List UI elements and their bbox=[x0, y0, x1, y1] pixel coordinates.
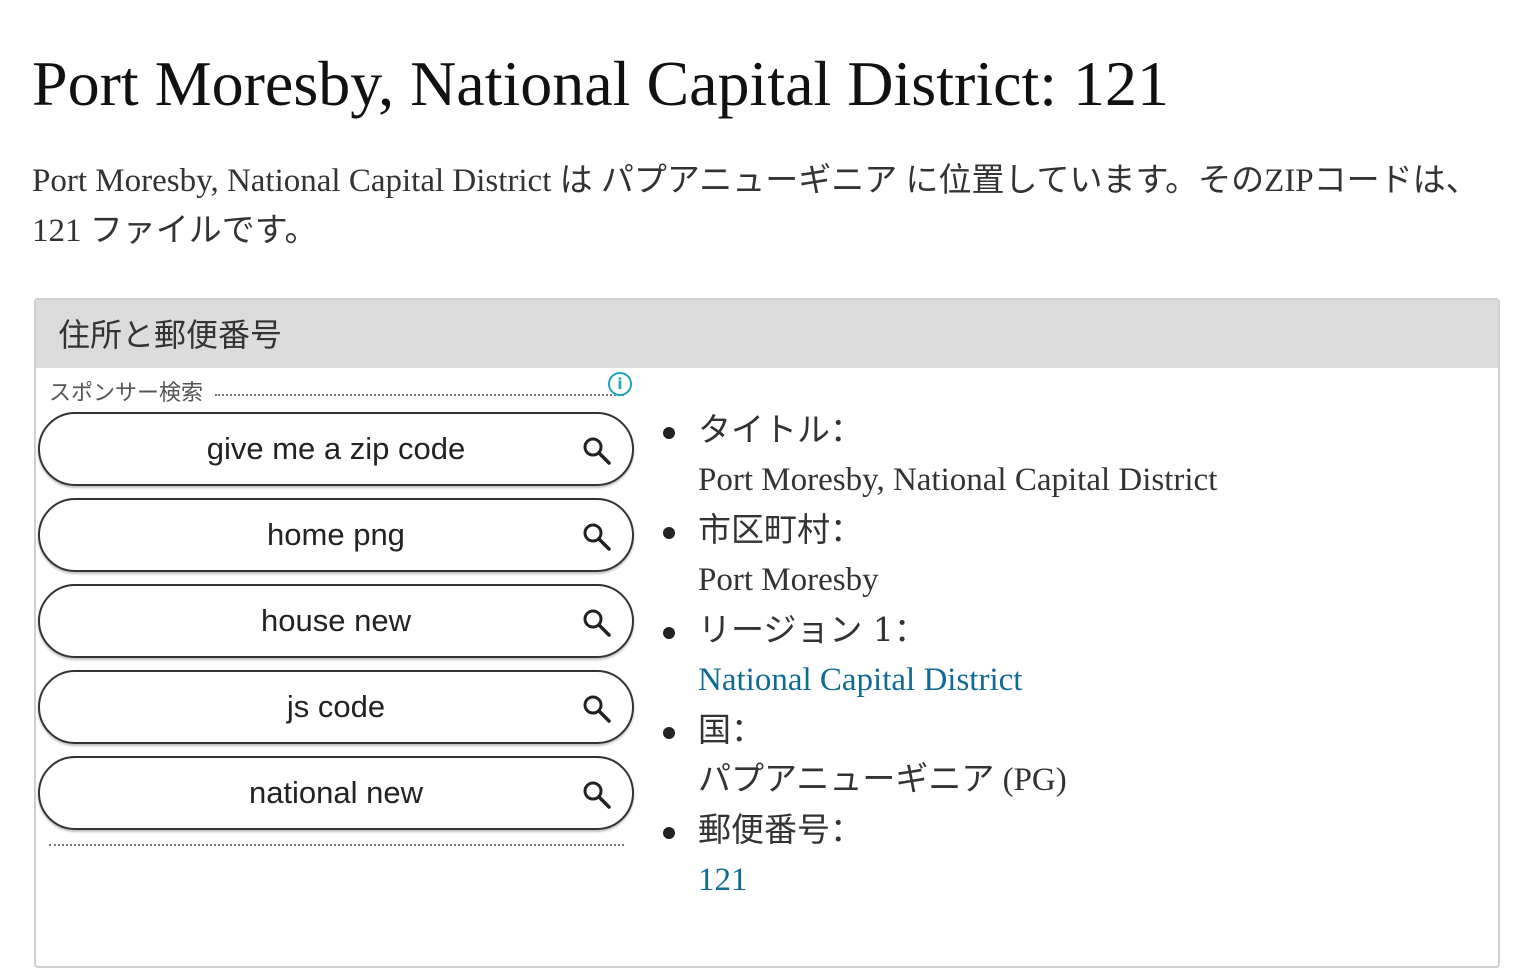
detail-label: 市区町村： bbox=[698, 510, 863, 549]
search-icon bbox=[583, 523, 611, 551]
search-suggestion-label: national new bbox=[248, 775, 424, 810]
region-link[interactable]: National Capital District bbox=[698, 655, 1217, 705]
address-details-list: タイトル： Port Moresby, National Capital Dis… bbox=[658, 405, 1217, 905]
detail-item-region: リージョン 1： National Capital District bbox=[658, 605, 1217, 705]
search-icon bbox=[583, 609, 611, 637]
detail-label: タイトル： bbox=[698, 410, 863, 449]
detail-item-postcode: 郵便番号： 121 bbox=[658, 805, 1217, 905]
detail-value: パプアニューギニア (PG) bbox=[698, 762, 1067, 798]
search-suggestion-button[interactable]: national new bbox=[38, 756, 634, 830]
info-icon[interactable]: i bbox=[608, 372, 632, 396]
search-suggestion-button[interactable]: home png bbox=[38, 498, 634, 572]
bullet-icon bbox=[663, 427, 675, 439]
detail-label: 郵便番号： bbox=[698, 810, 863, 849]
divider bbox=[215, 394, 624, 396]
bullet-icon bbox=[663, 627, 675, 639]
detail-item-title: タイトル： Port Moresby, National Capital Dis… bbox=[658, 405, 1217, 505]
bullet-icon bbox=[663, 527, 675, 539]
page-title: Port Moresby, National Capital District:… bbox=[32, 48, 1170, 119]
search-suggestion-button[interactable]: js code bbox=[38, 670, 634, 744]
search-suggestion-label: house new bbox=[261, 603, 411, 638]
search-icon bbox=[583, 437, 611, 465]
detail-label: リージョン 1： bbox=[698, 610, 927, 649]
intro-text: Port Moresby, National Capital District … bbox=[32, 163, 1479, 249]
search-icon bbox=[583, 695, 611, 723]
sponsor-header: スポンサー検索 bbox=[49, 374, 624, 408]
search-suggestion-label: home png bbox=[267, 517, 405, 552]
search-suggestion-button[interactable]: give me a zip code bbox=[38, 412, 634, 486]
detail-value: Port Moresby, National Capital District bbox=[698, 462, 1218, 498]
search-suggestion-label: js code bbox=[286, 689, 386, 724]
search-suggestion-label: give me a zip code bbox=[206, 431, 466, 466]
postcode-link[interactable]: 121 bbox=[698, 855, 1217, 905]
detail-label: 国： bbox=[698, 710, 764, 749]
bullet-icon bbox=[663, 727, 675, 739]
sponsor-label: スポンサー検索 bbox=[49, 381, 204, 406]
search-suggestion-button[interactable]: house new bbox=[38, 584, 634, 658]
panel-header: 住所と郵便番号 bbox=[36, 300, 1498, 368]
bullet-icon bbox=[663, 827, 675, 839]
detail-item-city: 市区町村： Port Moresby bbox=[658, 505, 1217, 605]
divider bbox=[49, 844, 624, 846]
detail-value: Port Moresby bbox=[698, 562, 879, 598]
detail-item-country: 国： パプアニューギニア (PG) bbox=[658, 705, 1217, 805]
search-icon bbox=[583, 781, 611, 809]
address-panel: 住所と郵便番号 スポンサー検索 i give me a zip code hom… bbox=[34, 298, 1500, 968]
